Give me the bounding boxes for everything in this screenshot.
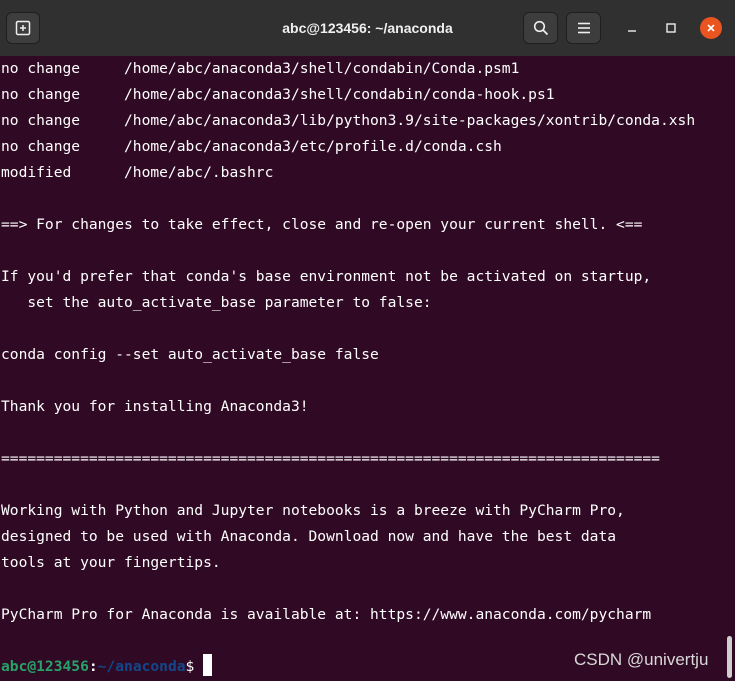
menu-button[interactable] (566, 12, 601, 44)
output-line: ========================================… (1, 450, 660, 467)
text-cursor (203, 654, 213, 676)
maximize-button[interactable] (661, 18, 681, 38)
close-icon (707, 24, 715, 32)
header-bar: abc@123456: ~/anaconda (0, 0, 735, 57)
minimize-icon (628, 30, 636, 32)
output-line: set the auto_activate_base parameter to … (1, 294, 432, 311)
terminal-window: abc@123456: ~/anaconda no change /home/a… (0, 0, 735, 681)
output-line: designed to be used with Anaconda. Downl… (1, 528, 617, 545)
output-line: modified /home/abc/.bashrc (1, 164, 274, 181)
prompt-user-host: abc@123456 (1, 658, 89, 675)
output-line: If you'd prefer that conda's base enviro… (1, 268, 652, 285)
prompt-path: ~/anaconda (97, 658, 186, 675)
watermark-text: CSDN @univertju (574, 650, 709, 669)
minimize-button[interactable] (622, 18, 642, 38)
output-line: no change /home/abc/anaconda3/lib/python… (1, 112, 696, 129)
prompt-symbol: $ (185, 658, 195, 675)
hamburger-menu-icon (577, 22, 590, 34)
shell-prompt[interactable]: abc@123456:~/anaconda$ (1, 654, 213, 680)
new-tab-icon (15, 20, 31, 36)
output-line: PyCharm Pro for Anaconda is available at… (1, 606, 652, 623)
output-line: tools at your fingertips. (1, 554, 221, 571)
terminal-output[interactable]: no change /home/abc/anaconda3/shell/cond… (0, 56, 735, 681)
new-tab-button[interactable] (6, 12, 40, 44)
close-button[interactable] (700, 17, 722, 39)
output-line: Thank you for installing Anaconda3! (1, 398, 309, 415)
output-line: no change /home/abc/anaconda3/etc/profil… (1, 138, 502, 155)
output-line: no change /home/abc/anaconda3/shell/cond… (1, 86, 555, 103)
search-icon (533, 20, 548, 36)
output-line: ==> For changes to take effect, close an… (1, 216, 643, 233)
prompt-separator: : (88, 658, 98, 675)
search-button[interactable] (523, 12, 558, 44)
scrollbar-thumb[interactable] (727, 636, 732, 678)
output-line: Working with Python and Jupyter notebook… (1, 502, 625, 519)
output-line: conda config --set auto_activate_base fa… (1, 346, 379, 363)
output-line: no change /home/abc/anaconda3/shell/cond… (1, 60, 520, 77)
maximize-icon (666, 23, 676, 33)
